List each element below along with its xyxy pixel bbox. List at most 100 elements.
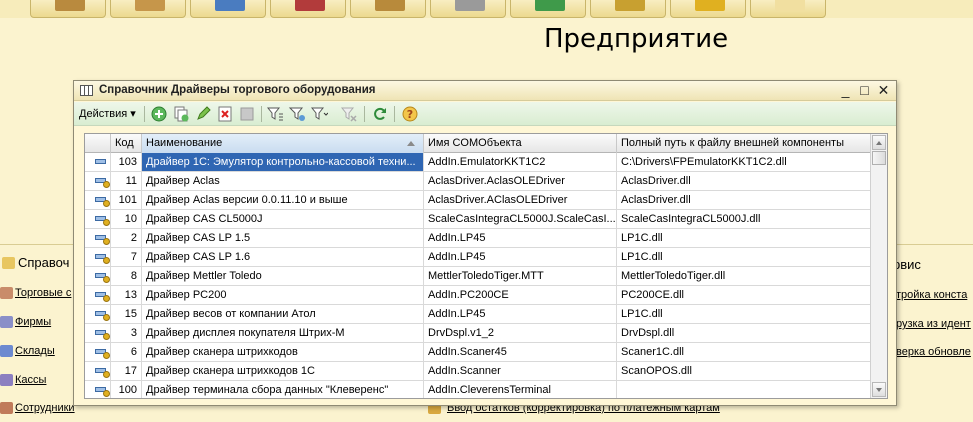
table-row[interactable]: 17 Драйвер сканера штрихкодов 1С AddIn.Sca…: [85, 362, 871, 381]
cell-com-object: AddIn.LP45: [424, 229, 617, 247]
toolbar-button-coins[interactable]: [670, 0, 746, 18]
toolbar-button-warehouse[interactable]: [590, 0, 666, 18]
service-panel-title: рвис: [893, 257, 921, 272]
window-title: Справочник Драйверы торгового оборудован…: [99, 84, 376, 96]
close-button[interactable]: ✕: [875, 82, 892, 99]
catalogs-icon: [2, 257, 15, 269]
scroll-up-button[interactable]: [872, 135, 886, 150]
cell-name: Драйвер сканера штрихкодов 1С: [142, 362, 424, 380]
cell-com-object: AddIn.LP45: [424, 248, 617, 266]
toolbar-button-boxes[interactable]: [30, 0, 106, 18]
cell-name: Драйвер дисплея покупателя Штрих-М: [142, 324, 424, 342]
refresh-icon[interactable]: [371, 105, 389, 123]
link-warehouses[interactable]: Склады: [15, 345, 55, 357]
drivers-table: Код Наименование Имя COMОбъекта Полный п…: [84, 133, 888, 399]
table-row[interactable]: 8 Драйвер Mettler Toledo MettlerToledoTige…: [85, 267, 871, 286]
cell-name: Драйвер терминала сбора данных "Клеверен…: [142, 381, 424, 398]
table-row[interactable]: 100 Драйвер терминала сбора данных "Клеве…: [85, 381, 871, 398]
add-icon[interactable]: [150, 105, 168, 123]
window-titlebar[interactable]: Справочник Драйверы торгового оборудован…: [74, 81, 896, 101]
cell-component-path: LP1C.dll: [617, 305, 871, 323]
header-name[interactable]: Наименование: [142, 134, 424, 153]
cell-component-path: LP1C.dll: [617, 229, 871, 247]
row-icon-cell: [85, 153, 111, 171]
link-trade-points[interactable]: Торговые с: [15, 287, 71, 299]
cell-component-path: PC200CE.dll: [617, 286, 871, 304]
copy-icon[interactable]: [172, 105, 190, 123]
row-icon-cell: [85, 305, 111, 323]
toolbar-button-tools[interactable]: [190, 0, 266, 18]
table-row[interactable]: 15 Драйвер весов от компании Атол AddIn.LP…: [85, 305, 871, 324]
help-icon[interactable]: ?: [401, 105, 419, 123]
sort-ascending-icon: [407, 141, 415, 146]
row-icon-cell: [85, 343, 111, 361]
table-header: Код Наименование Имя COMОбъекта Полный п…: [85, 134, 871, 153]
cell-code: 15: [111, 305, 142, 323]
link-employees[interactable]: Сотрудники: [15, 402, 75, 414]
cell-com-object: AddIn.CleverensTerminal: [424, 381, 617, 398]
row-icon-cell: [85, 210, 111, 228]
edit-icon[interactable]: [194, 105, 212, 123]
vertical-scrollbar[interactable]: [870, 134, 887, 398]
cell-com-object: AclasDriver.AclasOLEDriver: [424, 172, 617, 190]
svg-text:?: ?: [407, 108, 413, 121]
delete-icon[interactable]: [216, 105, 234, 123]
minimize-button[interactable]: _: [837, 82, 854, 99]
filter-icon[interactable]: [266, 105, 284, 123]
table-row[interactable]: 6 Драйвер сканера штрихкодов AddIn.Scaner4…: [85, 343, 871, 362]
maximize-button[interactable]: □: [856, 82, 873, 99]
table-row[interactable]: 13 Драйвер PC200 AddIn.PC200CE PC200CE.dll: [85, 286, 871, 305]
cell-component-path: ScanOPOS.dll: [617, 362, 871, 380]
filter-off-icon[interactable]: [340, 105, 358, 123]
table-row[interactable]: 11 Драйвер Aclas AclasDriver.AclasOLEDrive…: [85, 172, 871, 191]
cell-component-path: MettlerToledoTiger.dll: [617, 267, 871, 285]
warehouses-icon: [0, 345, 13, 357]
cell-code: 103: [111, 153, 142, 171]
row-icon-cell: [85, 324, 111, 342]
coins-icon: [695, 0, 725, 11]
cell-code: 100: [111, 381, 142, 398]
toolbar-button-cart[interactable]: [270, 0, 346, 18]
catalog-item-subordinate-icon: [95, 311, 110, 321]
table-row[interactable]: 10 Драйвер CAS CL5000J ScaleCasIntegraCL50…: [85, 210, 871, 229]
link-firms[interactable]: Фирмы: [15, 316, 51, 328]
app-title: Предприятие: [544, 24, 729, 54]
actions-menu[interactable]: Действия ▾: [79, 107, 136, 120]
cell-component-path: [617, 381, 871, 398]
toolbar-button-lifebuoy[interactable]: [750, 0, 826, 18]
toolbar-button-globe[interactable]: [510, 0, 586, 18]
header-com-object[interactable]: Имя COMОбъекта: [424, 134, 617, 153]
toolbar-button-goods[interactable]: [110, 0, 186, 18]
table-row[interactable]: 3 Драйвер дисплея покупателя Штрих-М DrvDs…: [85, 324, 871, 343]
cell-component-path: AclasDriver.dll: [617, 172, 871, 190]
cell-name: Драйвер Mettler Toledo: [142, 267, 424, 285]
cell-component-path: ScaleCasIntegraCL5000J.dll: [617, 210, 871, 228]
scroll-thumb[interactable]: [872, 151, 886, 165]
table-row[interactable]: 7 Драйвер CAS LP 1.6 AddIn.LP45 LP1C.dll: [85, 248, 871, 267]
link-constants-setup[interactable]: тройка конста: [896, 289, 967, 301]
header-code[interactable]: Код: [111, 134, 142, 153]
row-icon-cell: [85, 362, 111, 380]
post-icon[interactable]: [238, 105, 256, 123]
table-row[interactable]: 101 Драйвер Aclas версии 0.0.11.10 и выше…: [85, 191, 871, 210]
filter-list-icon[interactable]: [310, 105, 328, 123]
row-icon-cell: [85, 248, 111, 266]
cell-com-object: MettlerToledoTiger.MTT: [424, 267, 617, 285]
cell-code: 2: [111, 229, 142, 247]
table-row[interactable]: 103 Драйвер 1С: Эмулятор контрольно-кассо…: [85, 153, 871, 172]
link-load-identifiers[interactable]: рузка из идент: [896, 318, 971, 330]
toolbar-button-package[interactable]: [350, 0, 426, 18]
filter-set-icon[interactable]: [288, 105, 306, 123]
toolbar-button-terminal[interactable]: [430, 0, 506, 18]
cell-component-path: Scaner1C.dll: [617, 343, 871, 361]
scroll-down-button[interactable]: [872, 382, 886, 397]
header-component-path[interactable]: Полный путь к файлу внешней компоненты: [617, 134, 871, 153]
cell-code: 7: [111, 248, 142, 266]
cell-component-path: AclasDriver.dll: [617, 191, 871, 209]
table-body: 103 Драйвер 1С: Эмулятор контрольно-кассо…: [85, 153, 871, 398]
cell-component-path: LP1C.dll: [617, 248, 871, 266]
link-cash-desks[interactable]: Кассы: [15, 374, 46, 386]
employees-icon: [0, 402, 13, 414]
link-check-updates[interactable]: верка обновле: [896, 346, 971, 358]
table-row[interactable]: 2 Драйвер CAS LP 1.5 AddIn.LP45 LP1C.dll: [85, 229, 871, 248]
